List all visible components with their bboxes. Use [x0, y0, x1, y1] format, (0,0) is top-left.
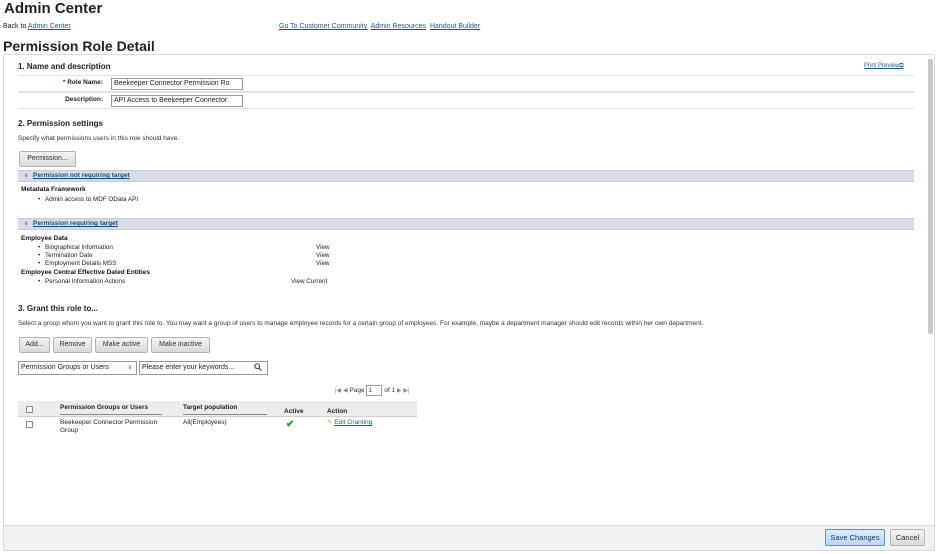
description-input[interactable]: API Access to Beekeeper Connector: [111, 95, 243, 107]
print-preview-link[interactable]: Print Preview⧉: [864, 63, 904, 70]
column-divider: [60, 414, 162, 415]
remove-button[interactable]: Remove: [53, 337, 92, 353]
column-header-action: Action: [327, 408, 348, 415]
external-window-icon: ⧉: [899, 63, 904, 69]
make-active-button[interactable]: Make active: [95, 337, 148, 353]
row-checkbox[interactable]: [26, 421, 33, 428]
make-inactive-button[interactable]: Make inactive: [151, 337, 210, 353]
column-header-groups: Permission Groups or Users: [60, 404, 149, 411]
group-type-select[interactable]: Permission Groups or Users ∨: [18, 361, 137, 375]
edit-granting-link[interactable]: Edit Granting: [334, 419, 372, 426]
keyword-search-input[interactable]: Please enter your keywords...: [139, 361, 268, 375]
app-title: Admin Center: [4, 0, 103, 17]
page-number-input[interactable]: 1: [366, 385, 383, 396]
category-employee-data: Employee Data: [21, 235, 68, 242]
permission-item: Employment Details MSS: [38, 260, 116, 267]
permission-item: Personal Information Actions: [38, 278, 125, 285]
active-check-icon: ✔: [286, 419, 295, 430]
category-metadata-framework: Metadata Framework: [21, 186, 86, 193]
cancel-button[interactable]: Cancel: [890, 529, 925, 546]
customer-community-link[interactable]: Go To Customer Community: [279, 23, 367, 30]
category-employee-central-entities: Employee Central Effective Dated Entitie…: [21, 269, 150, 276]
footer-bar: [4, 525, 934, 550]
chevron-down-icon: ∨: [127, 365, 132, 371]
permission-item: Admin access to MDF OData API: [38, 196, 138, 203]
row-target-population: All(Employees): [183, 419, 227, 426]
permission-item: Biographical Information: [38, 244, 113, 251]
admin-resources-link[interactable]: Admin Resources: [371, 23, 426, 30]
permission-value: View: [316, 244, 330, 251]
column-header-target: Target population: [183, 404, 238, 411]
add-button[interactable]: Add...: [19, 337, 50, 353]
collapse-chevron-icon: ∨: [24, 173, 29, 179]
collapse-chevron-icon: ∨: [24, 221, 29, 227]
select-all-checkbox[interactable]: [26, 406, 33, 413]
back-prefix-text: Back to: [3, 23, 28, 30]
grant-role-help: Select a group whom you want to grant th…: [18, 320, 704, 327]
previous-page-icon[interactable]: ◀: [343, 388, 348, 394]
page-title: Permission Role Detail: [3, 38, 155, 54]
group-type-selected-value: Permission Groups or Users: [21, 364, 109, 371]
group-title-requiring-target: Permission requiring target: [33, 220, 118, 227]
permission-item: Termination Date: [38, 252, 93, 259]
edit-pencil-icon: ✎: [327, 419, 333, 426]
last-page-icon[interactable]: ▶|: [403, 388, 409, 394]
first-page-icon[interactable]: |◀: [335, 388, 341, 394]
group-title-not-requiring-target: Permission not requiring target: [33, 172, 130, 179]
permission-button[interactable]: Permission...: [19, 151, 76, 167]
permission-settings-help: Specify what permissions users in this r…: [18, 135, 180, 142]
save-changes-button[interactable]: Save Changes: [825, 529, 885, 546]
page-label: Page: [349, 387, 365, 395]
group-bar-not-requiring-target[interactable]: ∨ Permission not requiring target: [18, 170, 914, 182]
role-name-input[interactable]: Beekeeper Connector Permission Ro: [111, 78, 243, 90]
vertical-scrollbar[interactable]: [928, 59, 933, 334]
grant-table-header: Permission Groups or Users Target popula…: [18, 401, 417, 417]
permission-value: View: [316, 260, 330, 267]
group-bar-requiring-target[interactable]: ∨ Permission requiring target: [18, 218, 914, 230]
description-label: Description:: [18, 93, 106, 108]
description-row: Description: API Access to Beekeeper Con…: [18, 92, 914, 109]
section-permission-settings-heading: 2. Permission settings: [18, 119, 103, 128]
column-divider: [183, 414, 267, 415]
handout-builder-link[interactable]: Handout Builder: [430, 23, 480, 30]
section-name-description-heading: 1. Name and description: [18, 62, 111, 71]
print-preview-label: Print Preview: [864, 63, 900, 69]
permission-value: View: [316, 252, 330, 259]
row-group-name-line2: Group: [60, 427, 79, 434]
permission-value: View Current: [291, 278, 328, 285]
edit-granting-action[interactable]: ✎ Edit Granting: [327, 418, 372, 426]
next-page-icon[interactable]: ▶: [397, 388, 402, 394]
search-icon[interactable]: [254, 363, 262, 373]
search-placeholder: Please enter your keywords...: [142, 364, 235, 371]
top-links: Go To Customer Community Admin Resources…: [279, 23, 482, 30]
pagination: |◀ ◀ Page 1 of 1 ▶ ▶|: [335, 385, 410, 396]
role-name-label: * Role Name:: [18, 76, 106, 91]
row-group-name-line1: Beekeeper Connector Permission: [60, 419, 158, 426]
section-grant-role-heading: 3. Grant this role to...: [18, 304, 99, 313]
page-of-label: of 1: [384, 387, 396, 395]
role-name-label-text: Role Name:: [67, 79, 103, 86]
role-name-row: * Role Name: Beekeeper Connector Permiss…: [18, 75, 914, 92]
column-header-active: Active: [284, 408, 304, 415]
admin-center-link[interactable]: Admin Center: [28, 23, 71, 30]
back-to-admin-center: Back to Admin Center: [3, 23, 71, 30]
role-detail-panel: 1. Name and description Print Preview⧉ *…: [3, 54, 935, 551]
